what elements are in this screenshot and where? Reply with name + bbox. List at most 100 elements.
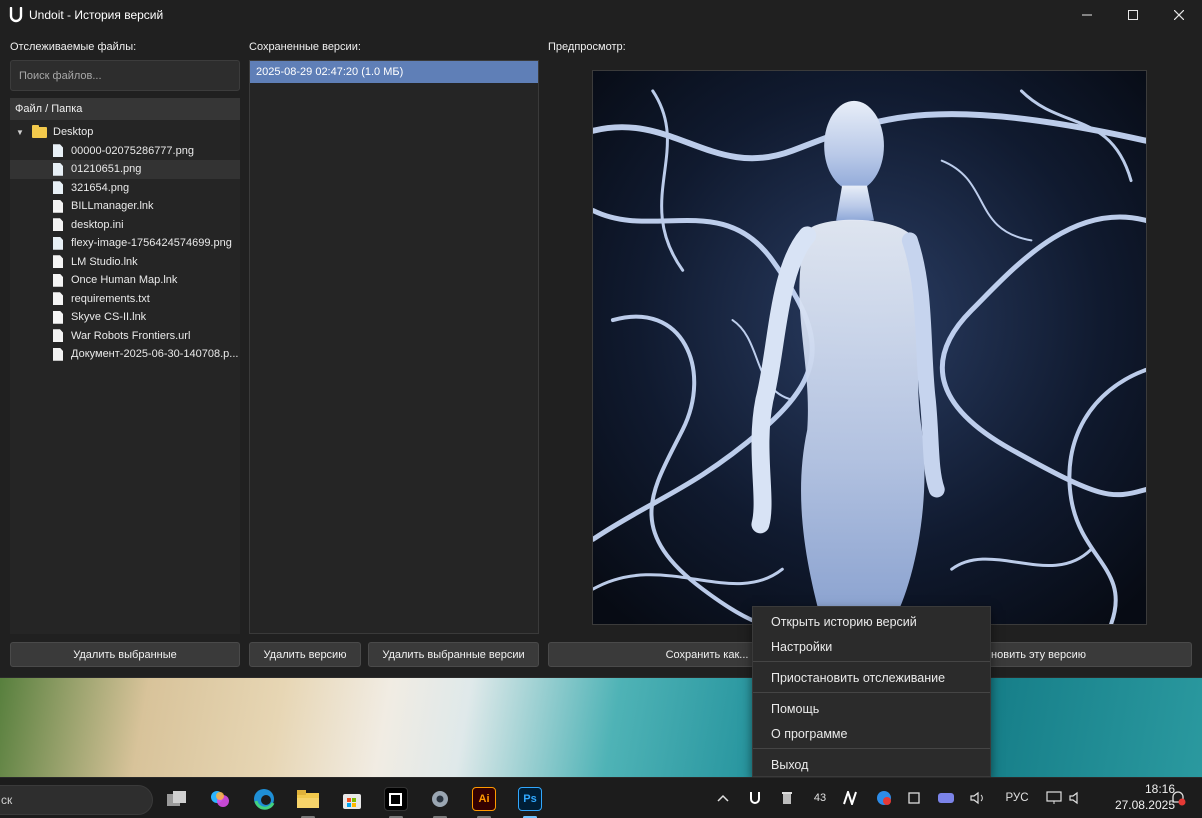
preview-label: Предпросмотр: [548, 41, 626, 53]
tree-file-item[interactable]: Skyve CS-II.lnk [10, 308, 240, 327]
title-bar[interactable]: Undoit - История версий [0, 0, 1202, 30]
copilot-icon[interactable] [208, 787, 232, 811]
file-icon [53, 273, 63, 287]
discord-tray-icon[interactable] [936, 788, 956, 808]
edge-icon[interactable] [252, 787, 276, 811]
preview-image [593, 71, 1146, 624]
folder-icon [32, 124, 47, 138]
tree-file-list: 00000-02075286777.png 01210651.png 321654.… [10, 142, 240, 364]
file-label: Документ-2025-06-30-140708.p... [71, 348, 239, 361]
delete-version-button[interactable]: Удалить версию [249, 642, 361, 667]
file-label: requirements.txt [71, 292, 150, 305]
file-icon [53, 162, 63, 176]
file-icon [53, 144, 63, 158]
file-icon [53, 181, 63, 195]
versions-list: 2025-08-29 02:47:20 (1.0 МБ) [249, 60, 539, 634]
illustrator-icon[interactable]: Ai [472, 787, 496, 811]
version-item[interactable]: 2025-08-29 02:47:20 (1.0 МБ) [250, 61, 538, 83]
store-icon[interactable] [340, 787, 364, 811]
maximize-icon [1128, 10, 1138, 20]
tree-file-item[interactable]: flexy-image-1756424574699.png [10, 234, 240, 253]
file-label: 00000-02075286777.png [71, 144, 194, 157]
chevron-down-icon[interactable]: ▼ [16, 128, 26, 137]
volume-icon[interactable] [1068, 788, 1086, 808]
folder-label: Desktop [53, 126, 94, 139]
recycle-tray-icon[interactable] [779, 788, 795, 808]
red-tray-icon[interactable] [875, 788, 893, 808]
file-label: 01210651.png [71, 163, 142, 176]
file-icon [53, 329, 63, 343]
menu-divider [753, 661, 990, 662]
saved-versions-label: Сохраненные версии: [249, 41, 361, 53]
file-label: War Robots Frontiers.url [71, 329, 191, 342]
file-label: Once Human Map.lnk [71, 274, 178, 287]
photoshop-icon[interactable]: Ps [518, 787, 542, 811]
maximize-button[interactable] [1110, 0, 1156, 30]
tree-file-item[interactable]: desktop.ini [10, 216, 240, 235]
app-window: Undoit - История версий Отслеживаемые фа… [0, 0, 1202, 678]
menu-pause-tracking[interactable]: Приостановить отслеживание [753, 666, 990, 690]
file-icon [53, 292, 63, 306]
tree-file-item[interactable]: LM Studio.lnk [10, 253, 240, 272]
task-view-icon[interactable] [165, 787, 189, 811]
tree-file-item[interactable]: Документ-2025-06-30-140708.p... [10, 345, 240, 364]
tree-file-item[interactable]: 321654.png [10, 179, 240, 198]
language-indicator[interactable]: РУС [1005, 788, 1028, 808]
tree-file-item[interactable]: requirements.txt [10, 290, 240, 309]
window-title: Undoit - История версий [29, 8, 164, 22]
network-icon[interactable] [1044, 788, 1064, 808]
close-button[interactable] [1156, 0, 1202, 30]
speaker-icon[interactable] [968, 788, 988, 808]
file-tree: Файл / Папка ▼ Desktop 00000-02075286777… [10, 98, 240, 634]
file-icon [53, 310, 63, 324]
app-tray-icon[interactable] [842, 788, 860, 808]
minimize-button[interactable] [1064, 0, 1110, 30]
file-explorer-icon[interactable] [296, 787, 320, 811]
tracked-files-label: Отслеживаемые файлы: [10, 41, 137, 53]
tree-file-item[interactable]: BILLmanager.lnk [10, 197, 240, 216]
delete-selected-files-button[interactable]: Удалить выбранные [10, 642, 240, 667]
file-label: 321654.png [71, 181, 130, 194]
clock-time: 18:16 [1144, 782, 1175, 796]
file-icon [53, 347, 63, 361]
menu-open-history[interactable]: Открыть историю версий [753, 610, 990, 634]
undoit-logo-icon [9, 7, 23, 23]
taskbar-clock[interactable]: 18:16 27.08.2025 [1115, 781, 1175, 813]
file-icon [53, 236, 63, 250]
taskbar: ск Ai Ps 43 РУС 18:16 27.08.2025 [0, 777, 1202, 818]
search-files-input[interactable] [10, 60, 240, 91]
file-label: BILLmanager.lnk [71, 200, 154, 213]
file-label: Skyve CS-II.lnk [71, 311, 147, 324]
notification-badge[interactable]: 43 [810, 788, 830, 808]
tree-folder-desktop[interactable]: ▼ Desktop [10, 123, 240, 142]
clock-date: 27.08.2025 [1114, 798, 1175, 812]
menu-about[interactable]: О программе [753, 722, 990, 746]
settings-icon[interactable] [428, 787, 452, 811]
tree-file-item[interactable]: Once Human Map.lnk [10, 271, 240, 290]
minimize-icon [1082, 14, 1092, 16]
file-icon [53, 199, 63, 213]
window-tray-icon[interactable] [906, 788, 922, 808]
undoit-tray-icon[interactable] [747, 788, 763, 808]
tree-file-item[interactable]: War Robots Frontiers.url [10, 327, 240, 346]
tree-file-item[interactable]: 00000-02075286777.png [10, 142, 240, 161]
menu-settings[interactable]: Настройки [753, 635, 990, 659]
file-label: desktop.ini [71, 218, 124, 231]
file-label: flexy-image-1756424574699.png [71, 237, 232, 250]
delete-selected-versions-button[interactable]: Удалить выбранные версии [368, 642, 539, 667]
menu-exit[interactable]: Выход [753, 753, 990, 777]
capcut-icon[interactable] [384, 787, 408, 811]
file-label: LM Studio.lnk [71, 255, 138, 268]
chevron-up-icon[interactable] [714, 788, 732, 808]
image-preview [592, 70, 1147, 625]
menu-help[interactable]: Помощь [753, 697, 990, 721]
notification-bell-icon[interactable] [1168, 788, 1188, 808]
tree-file-item[interactable]: 01210651.png [10, 160, 240, 179]
file-icon [53, 218, 63, 232]
menu-divider [753, 748, 990, 749]
close-icon [1174, 10, 1184, 20]
taskbar-search-box[interactable]: ск [0, 785, 153, 815]
tree-column-header[interactable]: Файл / Папка [10, 98, 240, 120]
file-icon [53, 255, 63, 269]
tray-context-menu: Открыть историю версий Настройки Приоста… [752, 606, 991, 777]
